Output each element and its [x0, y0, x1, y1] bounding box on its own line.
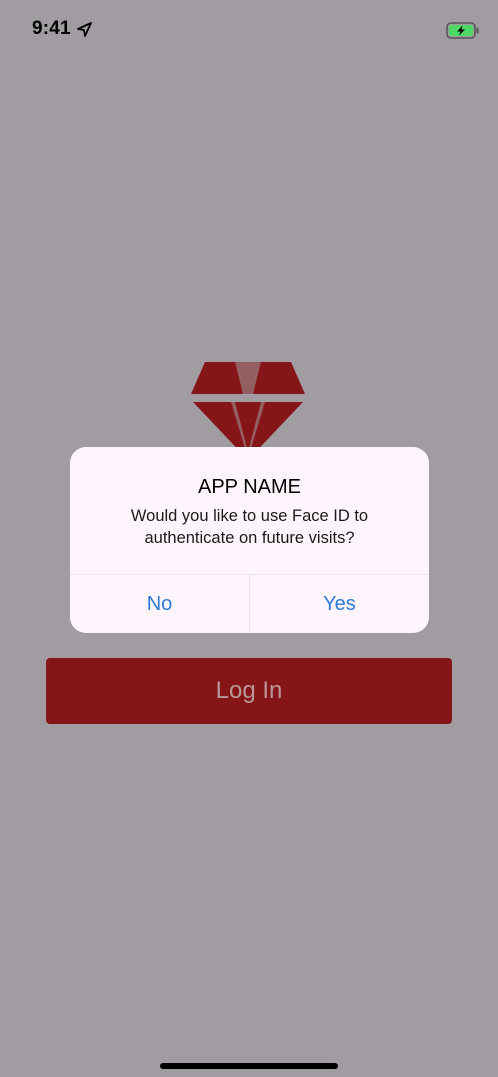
battery-charging-icon — [446, 22, 479, 39]
login-button[interactable]: Log In — [46, 658, 452, 724]
alert-title: APP NAME — [198, 476, 301, 498]
location-arrow-icon — [77, 22, 92, 37]
home-indicator[interactable] — [160, 1063, 338, 1069]
status-bar: 9:41 — [0, 0, 498, 60]
face-id-alert-dialog: APP NAME Would you like to use Face ID t… — [70, 447, 429, 633]
alert-no-button[interactable]: No — [70, 575, 249, 633]
status-time: 9:41 — [32, 18, 71, 39]
alert-yes-button[interactable]: Yes — [250, 575, 429, 633]
login-button-label: Log In — [215, 677, 283, 704]
alert-message: Would you like to use Face ID to authent… — [130, 507, 369, 547]
